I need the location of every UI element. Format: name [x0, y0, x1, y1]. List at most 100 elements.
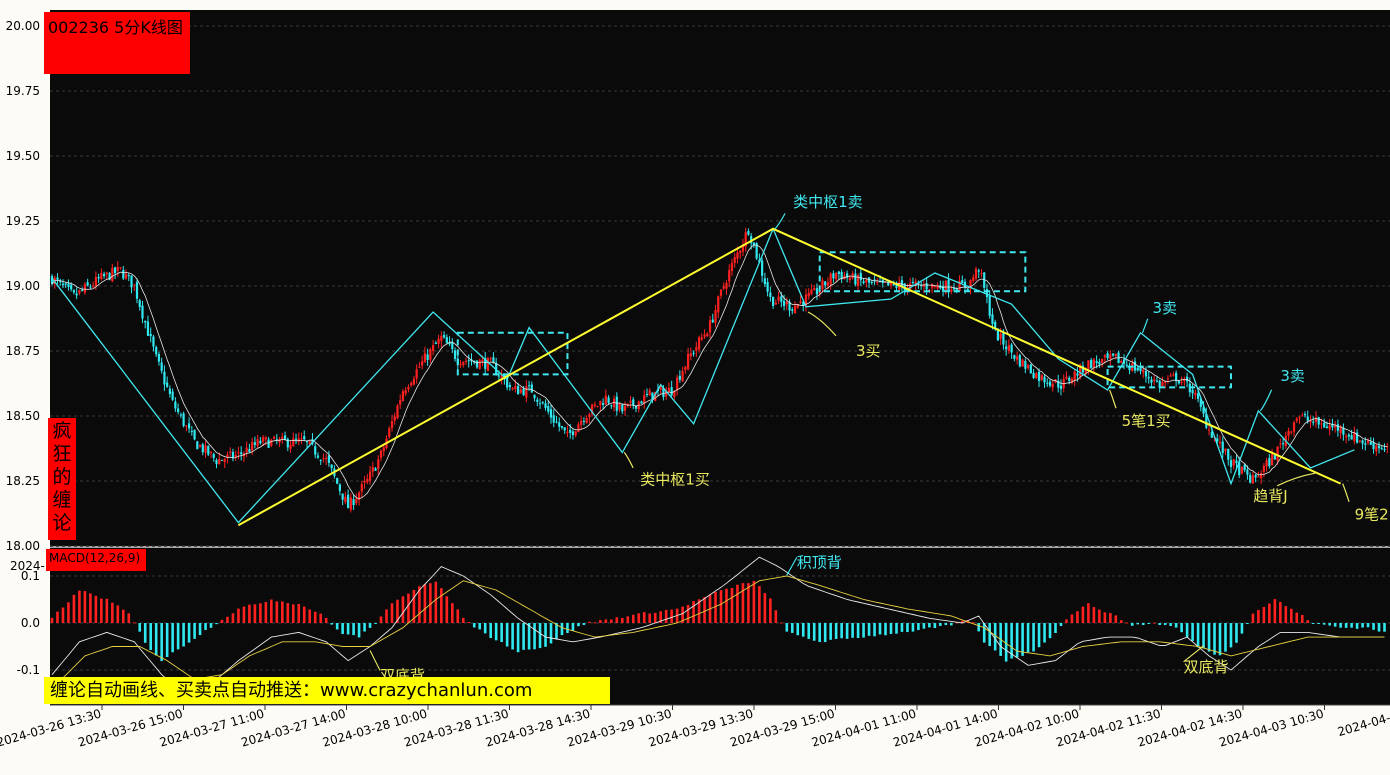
- macd-bar-negative: [1235, 623, 1238, 643]
- candle-down: [854, 273, 857, 285]
- candle-up: [596, 405, 599, 407]
- macd-bar-positive: [385, 609, 388, 623]
- candle-up: [733, 257, 736, 264]
- candle-up: [349, 497, 352, 510]
- macd-bar-positive: [703, 596, 706, 623]
- candle-up: [111, 267, 114, 282]
- macd-bar-negative: [533, 623, 536, 650]
- macd-signal-label: 双底背: [1184, 658, 1229, 676]
- candle-down: [1268, 457, 1271, 467]
- macd-bar-negative: [522, 623, 525, 650]
- macd-bar-negative: [851, 623, 854, 638]
- macd-bar-positive: [231, 613, 235, 623]
- macd-bar-negative: [1224, 623, 1227, 652]
- macd-bar-negative: [1240, 623, 1244, 634]
- candle-down: [1048, 381, 1052, 386]
- candle-up: [124, 273, 128, 279]
- candle-up: [933, 286, 936, 288]
- candle-down: [678, 375, 681, 380]
- macd-bar-negative: [143, 623, 147, 643]
- candle-up: [725, 283, 728, 289]
- candle-down: [859, 272, 862, 281]
- macd-bar-positive: [50, 617, 54, 623]
- candle-down: [1076, 373, 1079, 376]
- candle-up: [83, 284, 87, 293]
- macd-bar-negative: [1048, 623, 1052, 639]
- candle-up: [410, 382, 413, 386]
- promo-banner[interactable]: 缠论自动画线、买卖点自动推送：www.crazychanlun.com: [44, 677, 610, 704]
- candle-up: [251, 442, 254, 451]
- candle-down: [231, 452, 235, 459]
- candle-up: [1320, 423, 1323, 425]
- macd-bar-positive: [89, 593, 92, 623]
- candle-down: [1243, 464, 1246, 471]
- macd-bar-negative: [341, 623, 344, 634]
- candle-down: [253, 442, 256, 445]
- candle-up: [404, 390, 407, 394]
- candle-down: [442, 334, 446, 338]
- candle-up: [1166, 378, 1170, 380]
- candle-down: [602, 402, 605, 405]
- candle-up: [368, 471, 372, 481]
- candle-down: [1249, 475, 1252, 483]
- candle-up: [256, 439, 259, 447]
- candle-up: [1276, 446, 1279, 461]
- candle-up: [1251, 475, 1255, 484]
- macd-bar-negative: [566, 623, 569, 634]
- candle-up: [1114, 353, 1117, 357]
- macd-bar-negative: [944, 623, 948, 626]
- macd-bar-positive: [237, 608, 240, 623]
- macd-bar-negative: [862, 623, 865, 638]
- candle-down: [319, 459, 322, 461]
- macd-tick-label: 0.0: [21, 616, 40, 630]
- candle-down: [1139, 367, 1142, 372]
- candle-up: [585, 417, 588, 424]
- candle-down: [220, 459, 224, 461]
- candle-up: [681, 371, 684, 382]
- macd-bar-negative: [527, 623, 531, 650]
- candle-down: [544, 403, 547, 409]
- candle-up: [1007, 345, 1010, 351]
- macd-bar-positive: [445, 596, 449, 623]
- candle-down: [102, 273, 106, 277]
- macd-bar-positive: [67, 602, 70, 623]
- candle-down: [1369, 442, 1372, 445]
- macd-bar-positive: [61, 607, 65, 623]
- candle-up: [826, 282, 830, 286]
- candle-down: [1281, 443, 1285, 445]
- macd-bar-negative: [1207, 623, 1211, 652]
- macd-bar-positive: [1152, 622, 1156, 624]
- candle-up: [1295, 418, 1298, 421]
- candle-down: [467, 360, 470, 362]
- candle-down: [166, 382, 169, 387]
- candle-down: [163, 371, 166, 385]
- candle-down: [1046, 382, 1049, 384]
- candle-up: [577, 424, 580, 433]
- candle-down: [179, 414, 182, 416]
- candle-down: [207, 445, 210, 455]
- candle-up: [393, 416, 396, 421]
- candle-down: [67, 283, 70, 287]
- macd-bar-positive: [242, 606, 246, 623]
- candle-up: [785, 302, 788, 305]
- macd-bar-negative: [549, 623, 553, 644]
- candle-down: [527, 385, 531, 387]
- macd-bar-positive: [1103, 612, 1107, 623]
- macd-bar-negative: [1322, 623, 1326, 625]
- candle-up: [1092, 359, 1095, 368]
- candle-up: [300, 438, 303, 440]
- candle-down: [72, 290, 76, 293]
- macd-bar-negative: [165, 623, 169, 658]
- macd-bar-negative: [856, 623, 860, 638]
- macd-bar-negative: [895, 623, 898, 634]
- candle-up: [407, 386, 410, 390]
- macd-bar-positive: [379, 616, 383, 623]
- candle-up: [618, 403, 621, 410]
- macd-bar-negative: [977, 623, 981, 632]
- candle-up: [703, 334, 706, 337]
- candle-up: [264, 437, 267, 440]
- candle-down: [347, 494, 350, 509]
- macd-bar-positive: [610, 619, 613, 623]
- candle-up: [1161, 381, 1164, 387]
- macd-bar-negative: [807, 623, 811, 639]
